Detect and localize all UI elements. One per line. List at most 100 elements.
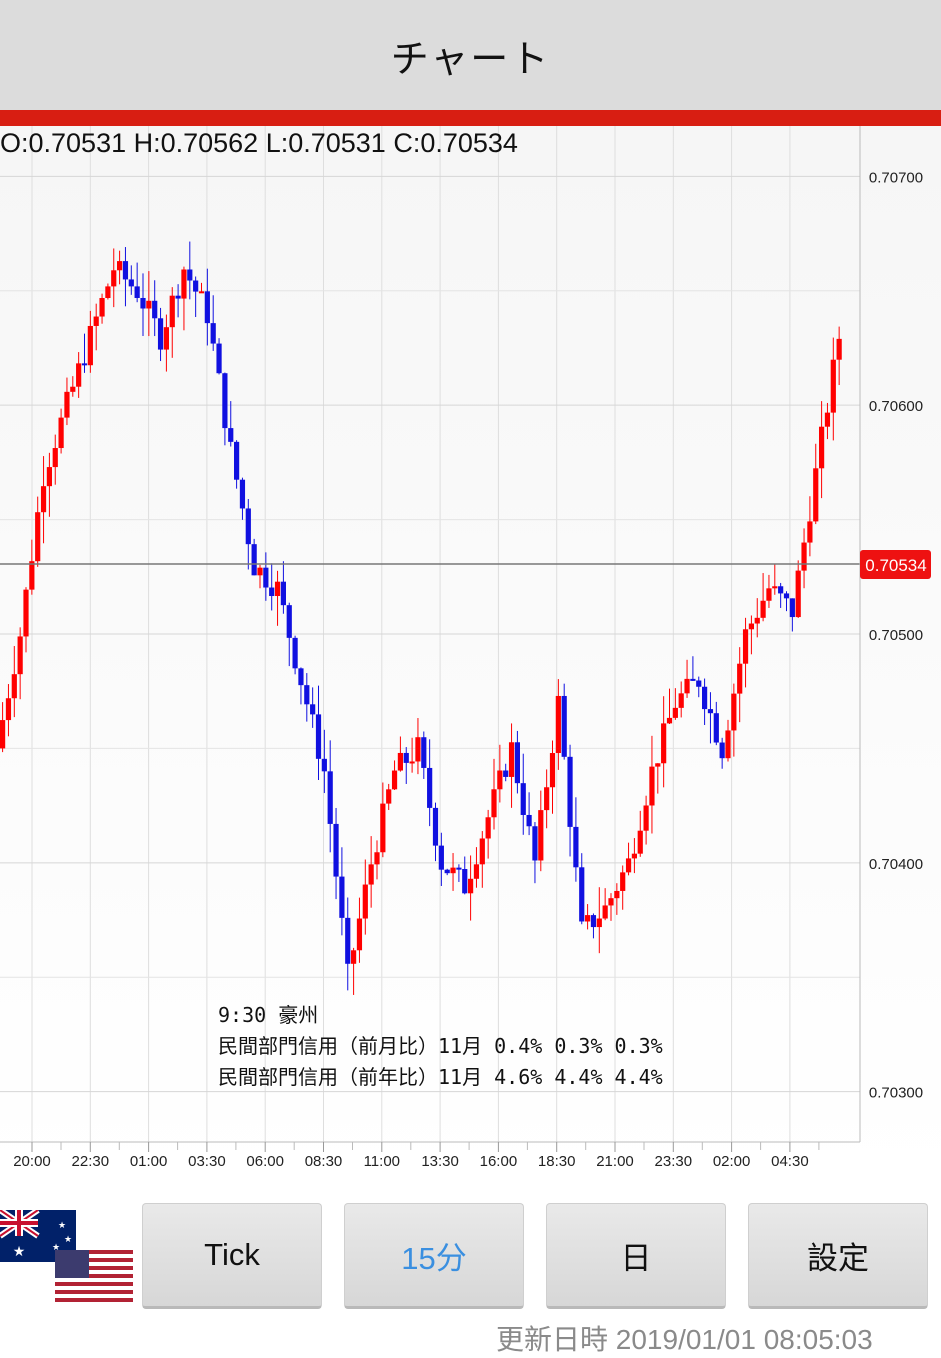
candle: [409, 737, 415, 773]
svg-text:★: ★: [13, 1244, 26, 1260]
candle: [590, 913, 597, 939]
time-label: 13:30: [421, 1153, 459, 1170]
price-label: 0.70400: [869, 856, 923, 873]
candle: [608, 893, 614, 921]
candle: [462, 856, 468, 895]
candle: [70, 376, 76, 397]
candle: [678, 681, 684, 718]
settings-button-label: 設定: [807, 1240, 869, 1276]
svg-text:★: ★: [64, 1235, 72, 1245]
time-label: 04:30: [771, 1153, 809, 1170]
candle: [222, 372, 228, 446]
vertical-grid: [31, 126, 820, 1150]
candle: [403, 747, 409, 784]
current-price-label: 0.70534: [865, 556, 926, 575]
candle: [46, 452, 52, 517]
horizontal-grid: [0, 175, 860, 1093]
candle: [690, 656, 696, 681]
candle: [327, 740, 333, 853]
candle: [742, 617, 749, 688]
usa-flag-icon: [55, 1250, 133, 1302]
price-label: 0.70300: [869, 1085, 923, 1102]
candle: [514, 730, 520, 794]
candle: [666, 688, 673, 725]
price-label: 0.70700: [869, 169, 923, 186]
candle: [76, 352, 82, 398]
candle: [760, 573, 766, 622]
candle: [280, 561, 286, 614]
candle: [538, 790, 544, 872]
candle: [491, 758, 497, 830]
tick-button-label: Tick: [204, 1237, 260, 1272]
price-axis-labels: 0.70700 0.70600 0.70500 0.70400 0.70300: [869, 169, 923, 1101]
candle: [286, 602, 292, 667]
candle: [5, 684, 12, 737]
svg-text:★: ★: [58, 1221, 66, 1231]
daily-button[interactable]: 日: [546, 1203, 726, 1309]
time-label: 11:00: [364, 1153, 400, 1170]
time-label: 21:00: [596, 1153, 634, 1170]
candle: [473, 847, 480, 888]
candle: [427, 739, 433, 827]
candle: [391, 760, 398, 791]
candle: [778, 582, 784, 608]
candle: [157, 307, 164, 362]
chart-panel[interactable]: 0.70700 0.70600 0.70500 0.70400 0.70300 20:0…: [0, 126, 941, 1180]
candle: [573, 797, 579, 882]
daily-button-label: 日: [620, 1240, 652, 1276]
candle: [468, 855, 474, 921]
event-line-1: 9:30 豪州: [218, 1003, 319, 1027]
candle: [456, 864, 462, 882]
candle: [216, 338, 222, 375]
candle: [152, 280, 158, 337]
candle: [239, 477, 246, 520]
candle: [339, 847, 345, 936]
settings-button[interactable]: 設定: [748, 1203, 928, 1309]
candle: [35, 496, 41, 567]
candle: [251, 538, 257, 576]
candle: [117, 250, 123, 285]
candle: [175, 284, 181, 318]
candle: [444, 868, 450, 876]
candle: [631, 838, 637, 874]
candle: [508, 723, 515, 808]
candle: [795, 560, 801, 618]
candle: [134, 262, 140, 303]
candle: [661, 696, 667, 788]
candle: [655, 763, 661, 794]
candle: [596, 887, 602, 954]
interval-15m-button[interactable]: 15分: [344, 1203, 524, 1309]
candle: [380, 782, 386, 858]
candle: [386, 783, 392, 811]
candle: [801, 528, 807, 589]
time-label: 06:00: [246, 1153, 284, 1170]
candle: [198, 282, 205, 294]
candle: [637, 810, 643, 857]
candle: [163, 314, 169, 372]
candle: [783, 591, 790, 612]
candle: [649, 735, 655, 834]
candle: [725, 719, 731, 762]
candle: [719, 737, 725, 769]
event-line-2: 民間部門信用（前月比）11月 0.4% 0.3% 0.3%: [218, 1034, 663, 1058]
currency-pair-flags[interactable]: ★ ★ ★ ★ ★: [0, 1210, 135, 1305]
candle: [234, 440, 240, 489]
candle: [567, 744, 573, 857]
candle: [374, 840, 380, 880]
candle: [52, 434, 58, 485]
candle: [602, 888, 608, 921]
candle: [397, 736, 403, 772]
time-label: 22:30: [72, 1153, 110, 1170]
tick-button[interactable]: Tick: [142, 1203, 322, 1309]
candle: [274, 570, 281, 626]
accent-bar: [0, 110, 941, 126]
candle: [310, 687, 316, 728]
candle: [813, 443, 819, 525]
candle: [748, 615, 754, 655]
candle: [304, 673, 310, 722]
candle: [819, 401, 825, 499]
candle: [11, 646, 17, 718]
candle: [713, 701, 719, 746]
candle: [269, 563, 275, 611]
candle: [754, 598, 760, 638]
